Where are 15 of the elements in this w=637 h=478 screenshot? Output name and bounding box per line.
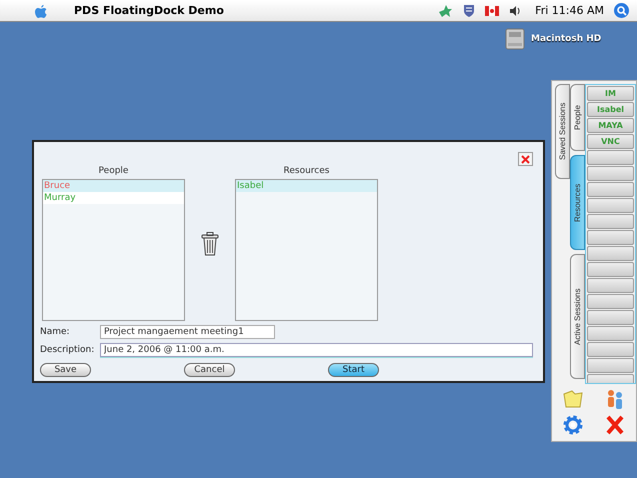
side-tab[interactable]: People xyxy=(570,84,585,151)
dialog-button[interactable]: Cancel xyxy=(184,363,235,377)
list-title: Resources xyxy=(284,166,330,176)
desktop-icon-label[interactable]: Macintosh HD xyxy=(531,34,602,44)
dialog-button[interactable]: Start xyxy=(328,363,379,377)
list-title: People xyxy=(98,166,128,176)
field-label: Description: xyxy=(40,345,96,355)
clock[interactable]: Fri 11:46 AM xyxy=(535,4,604,17)
dialog-button[interactable]: Save xyxy=(40,363,91,377)
side-tab[interactable]: Active Sessions xyxy=(570,254,585,379)
side-tab[interactable]: Resources xyxy=(570,155,585,250)
field-label: Name: xyxy=(40,327,71,337)
text-field[interactable]: Project mangaement meeting1 xyxy=(100,325,275,339)
app-name[interactable]: PDS FloatingDock Demo xyxy=(74,4,428,17)
side-tab[interactable]: Saved Sessions xyxy=(555,84,570,179)
